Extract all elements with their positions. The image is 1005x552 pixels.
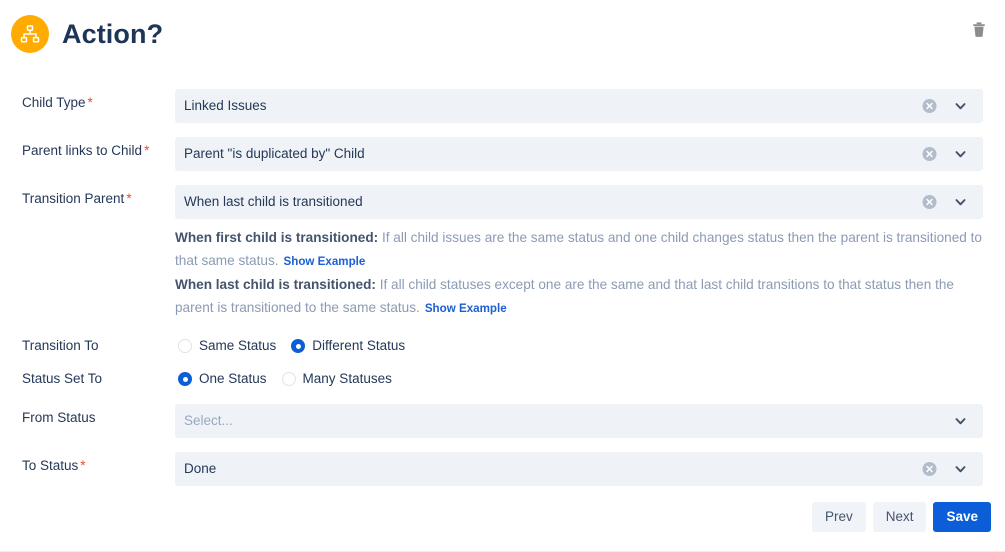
required-asterisk: *	[144, 143, 150, 158]
clear-circle-icon[interactable]	[922, 99, 937, 114]
row-parent-links-to-child: Parent links to Child * Parent "is duplic…	[0, 137, 1005, 171]
radio-label-same-status: Same Status	[199, 338, 277, 354]
help-first-child: When first child is transitioned: If all…	[175, 226, 983, 273]
form-body: Child Type * Linked Issues Parent links t…	[0, 68, 1005, 486]
chevron-down-icon[interactable]	[954, 148, 967, 161]
help-last-child-title: When last child is transitioned:	[175, 277, 376, 292]
row-to-status: To Status * Done	[0, 452, 1005, 486]
row-transition-to: Transition To Same Status Different Stat…	[0, 338, 1005, 354]
chevron-down-icon[interactable]	[954, 100, 967, 113]
chevron-down-icon[interactable]	[954, 196, 967, 209]
radio-icon-one-status[interactable]	[178, 372, 192, 386]
chevron-down-icon[interactable]	[954, 415, 967, 428]
field-child-type: Linked Issues	[175, 89, 983, 123]
label-status-set-to: Status Set To	[22, 371, 103, 386]
row-child-type: Child Type * Linked Issues	[0, 89, 1005, 123]
show-example-link-last[interactable]: Show Example	[425, 302, 507, 315]
prev-button[interactable]: Prev	[811, 501, 866, 532]
select-child-type-value: Linked Issues	[184, 98, 267, 114]
radio-group-status-set-to: One Status Many Statuses	[175, 372, 392, 386]
panel-header: Action?	[0, 0, 1005, 68]
radio-icon-same-status[interactable]	[178, 339, 192, 353]
trash-icon[interactable]	[967, 18, 991, 42]
clear-circle-icon[interactable]	[922, 195, 937, 210]
row-transition-parent: Transition Parent * When last child is tr…	[0, 185, 1005, 320]
next-button[interactable]: Next	[872, 501, 927, 532]
radio-option-one-status[interactable]: One Status	[178, 372, 267, 386]
help-last-child: When last child is transitioned: If all …	[175, 273, 983, 320]
radio-label-one-status: One Status	[199, 371, 267, 387]
field-from-status: Select...	[175, 404, 983, 438]
label-parent-links-to-child: Parent links to Child *	[22, 143, 150, 158]
transition-parent-help: When first child is transitioned: If all…	[175, 226, 983, 320]
hierarchy-icon	[11, 15, 49, 53]
radio-option-many-statuses[interactable]: Many Statuses	[281, 371, 392, 387]
action-config-panel: Action? Child Type * Linked Issues Paren…	[0, 0, 1005, 552]
help-first-child-title: When first child is transitioned:	[175, 230, 379, 245]
required-asterisk: *	[80, 458, 86, 473]
radio-icon-many-statuses[interactable]	[281, 372, 296, 386]
show-example-link-first[interactable]: Show Example	[284, 255, 366, 268]
select-to-status[interactable]: Done	[175, 452, 983, 486]
save-button[interactable]: Save	[933, 501, 991, 532]
select-from-status[interactable]: Select...	[175, 404, 983, 438]
required-asterisk: *	[126, 191, 132, 206]
radio-group-transition-to: Same Status Different Status	[175, 339, 405, 353]
radio-option-same-status[interactable]: Same Status	[178, 339, 276, 353]
select-transition-parent-value: When last child is transitioned	[184, 194, 363, 210]
select-transition-parent[interactable]: When last child is transitioned	[175, 185, 983, 219]
row-from-status: From Status Select...	[0, 404, 1005, 438]
label-transition-parent: Transition Parent *	[22, 191, 132, 206]
label-to-status: To Status *	[22, 458, 86, 473]
label-child-type: Child Type *	[22, 95, 93, 110]
radio-label-many-statuses: Many Statuses	[302, 371, 392, 387]
field-parent-links-to-child: Parent "is duplicated by" Child	[175, 137, 983, 171]
row-status-set-to: Status Set To One Status Many Statuses	[0, 371, 1005, 387]
radio-icon-different-status[interactable]	[291, 339, 306, 353]
page-title: Action?	[62, 18, 164, 49]
clear-circle-icon[interactable]	[922, 462, 937, 477]
label-transition-to: Transition To	[22, 338, 99, 353]
field-transition-parent: When last child is transitioned When fir…	[175, 185, 983, 320]
required-asterisk: *	[87, 95, 93, 110]
radio-option-different-status[interactable]: Different Status	[291, 339, 405, 353]
radio-label-different-status: Different Status	[312, 338, 406, 354]
select-child-type[interactable]: Linked Issues	[175, 89, 983, 123]
label-from-status: From Status	[22, 410, 96, 425]
select-parent-links-to-child[interactable]: Parent "is duplicated by" Child	[175, 137, 983, 171]
field-to-status: Done	[175, 452, 983, 486]
select-from-status-value: Select...	[184, 413, 233, 429]
chevron-down-icon[interactable]	[954, 463, 967, 476]
select-to-status-value: Done	[184, 461, 217, 477]
panel-footer: Prev Next Save	[0, 490, 1005, 552]
select-parent-links-to-child-value: Parent "is duplicated by" Child	[184, 146, 365, 162]
clear-circle-icon[interactable]	[922, 147, 937, 162]
